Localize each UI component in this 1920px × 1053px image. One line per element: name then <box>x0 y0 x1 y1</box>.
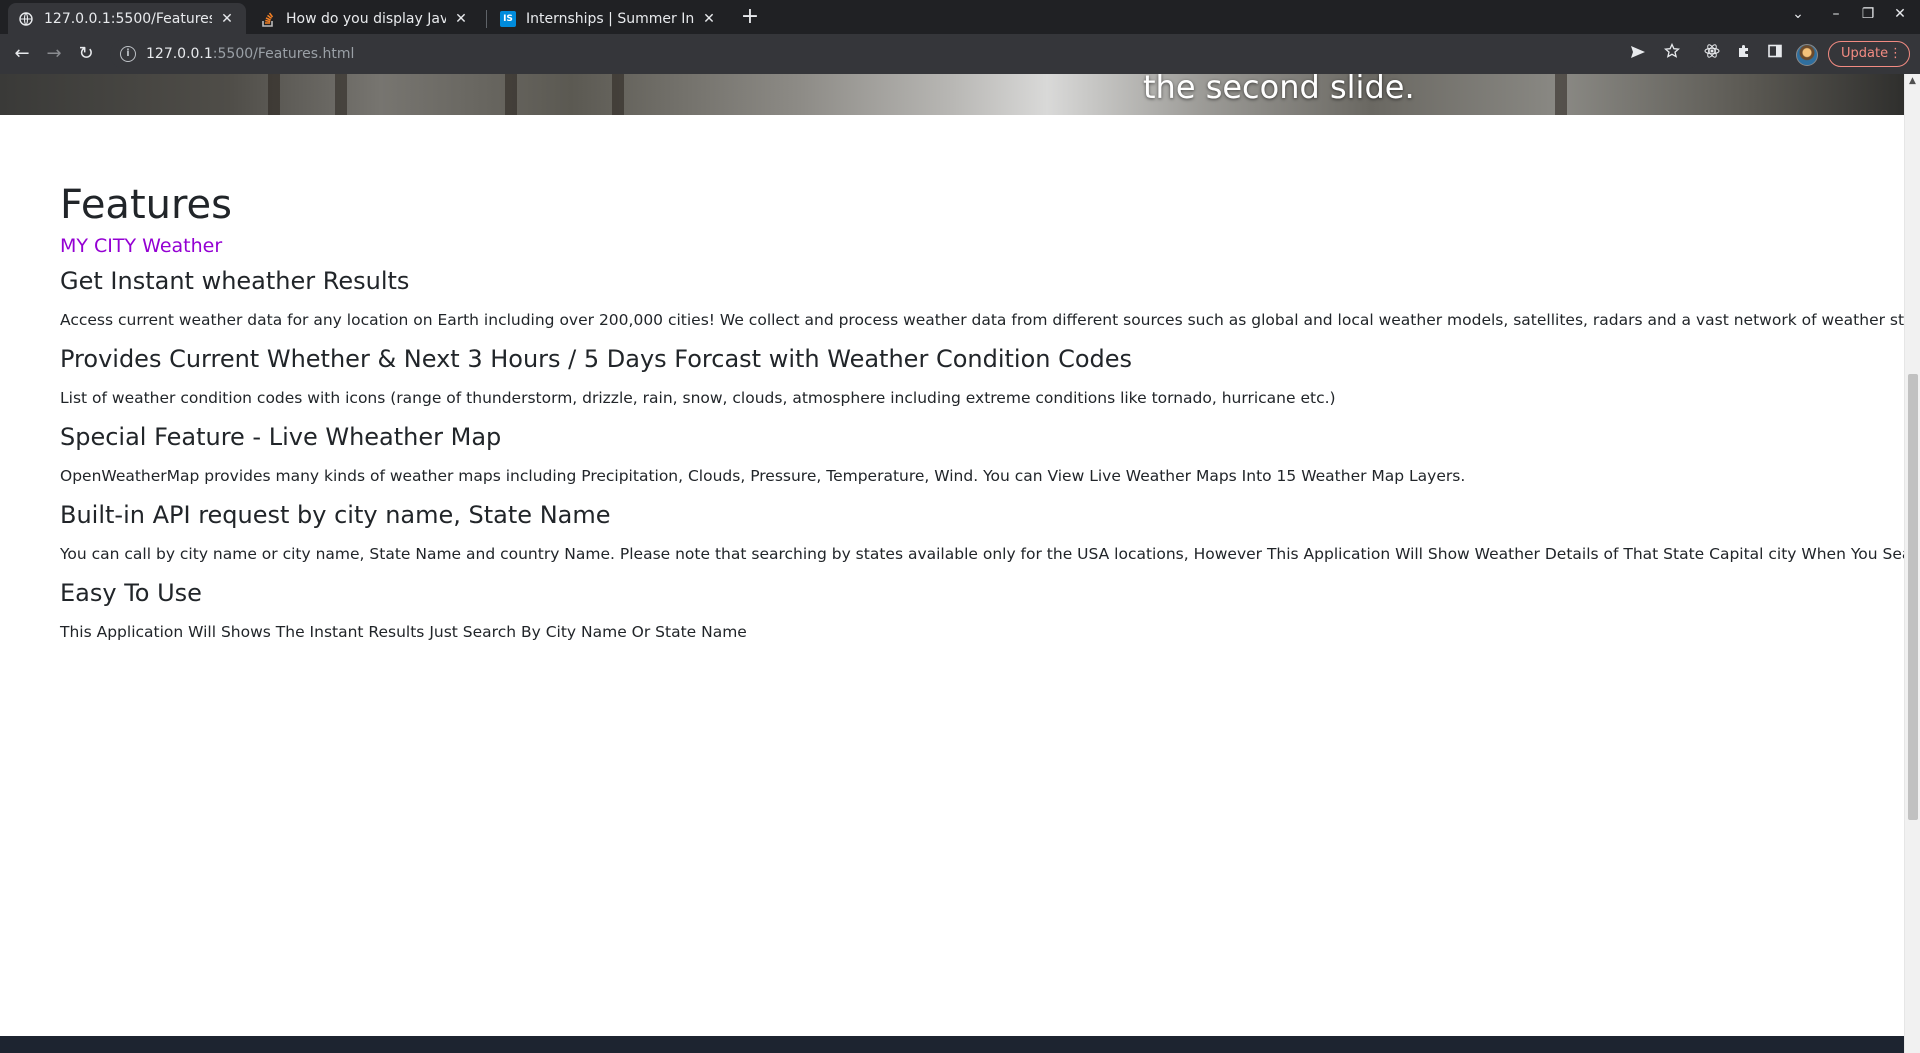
feature-description: OpenWeatherMap provides many kinds of we… <box>60 467 1466 485</box>
update-button[interactable]: Update ⋮ <box>1828 41 1910 67</box>
send-icon[interactable] <box>1626 42 1650 66</box>
feature-description: This Application Will Shows The Instant … <box>60 623 747 641</box>
minimize-icon[interactable]: – <box>1824 6 1848 22</box>
carousel-caption: the second slide. <box>1143 74 1415 106</box>
restore-icon[interactable]: ❐ <box>1856 6 1880 22</box>
scroll-up-arrow-icon[interactable]: ▲ <box>1909 76 1916 86</box>
tab-separator <box>486 10 487 28</box>
pier-post <box>268 74 280 115</box>
close-window-icon[interactable]: ✕ <box>1888 6 1912 22</box>
internshala-icon: IS <box>500 10 516 27</box>
carousel-slide-image: the second slide. <box>0 74 1904 115</box>
scrollbar-thumb[interactable] <box>1908 374 1918 820</box>
bookmark-star-icon[interactable] <box>1660 42 1684 66</box>
feature-heading: Provides Current Whether & Next 3 Hours … <box>60 345 1133 373</box>
new-tab-button[interactable]: + <box>738 6 762 30</box>
page-footer <box>0 1036 1904 1053</box>
page-viewport: the second slide. Features MY CITY Weath… <box>0 74 1904 1053</box>
menu-dots-icon[interactable]: ⋮ <box>1889 42 1902 66</box>
globe-icon <box>18 11 34 27</box>
page-title: Features <box>60 182 232 228</box>
extensions-icon[interactable] <box>1732 42 1756 66</box>
feature-item: Special Feature - Live Wheather Map Open… <box>60 421 1880 487</box>
tab-search-icon[interactable]: ⌄ <box>1786 6 1810 22</box>
features-section: Features MY CITY Weather Get Instant whe… <box>60 181 1904 643</box>
react-devtools-icon[interactable] <box>1700 42 1724 66</box>
forward-icon[interactable]: → <box>42 42 66 66</box>
stackoverflow-icon <box>260 11 276 27</box>
feature-item: Easy To Use This Application Will Shows … <box>60 577 1880 643</box>
close-tab-icon[interactable]: ✕ <box>452 11 470 27</box>
feature-description: List of weather condition codes with ico… <box>60 389 1336 407</box>
address-bar[interactable]: i 127.0.0.1 :5500/Features.html <box>110 39 1701 69</box>
close-tab-icon[interactable]: ✕ <box>700 11 718 27</box>
pier-post <box>612 74 624 115</box>
pier-post <box>335 74 347 115</box>
feature-heading: Special Feature - Live Wheather Map <box>60 423 502 451</box>
feature-item: Provides Current Whether & Next 3 Hours … <box>60 343 1880 409</box>
page-scrollbar[interactable]: ▲ <box>1904 74 1920 1053</box>
feature-heading: Get Instant wheather Results <box>60 267 410 295</box>
url-path: :5500/Features.html <box>212 46 355 62</box>
tab-internshala[interactable]: IS Internships | Summer Inte ✕ <box>490 3 728 34</box>
update-label: Update <box>1841 46 1889 61</box>
tab-features[interactable]: 127.0.0.1:5500/Features.h ✕ <box>8 3 246 34</box>
url-host: 127.0.0.1 <box>146 46 213 62</box>
side-panel-icon[interactable] <box>1763 42 1787 66</box>
profile-avatar[interactable] <box>1796 44 1818 66</box>
browser-toolbar: ← → ↻ i 127.0.0.1 :5500/Features.html Up… <box>0 34 1920 74</box>
feature-description: You can call by city name or city name, … <box>60 545 1904 563</box>
browser-tab-bar: 127.0.0.1:5500/Features.h ✕ How do you d… <box>0 0 1920 34</box>
feature-heading: Built-in API request by city name, State… <box>60 501 611 529</box>
tab-title: Internships | Summer Inte <box>526 10 694 27</box>
pier-post <box>505 74 517 115</box>
tab-title: 127.0.0.1:5500/Features.h <box>44 10 212 27</box>
back-icon[interactable]: ← <box>10 42 34 66</box>
close-tab-icon[interactable]: ✕ <box>218 11 236 27</box>
pier-post <box>1555 74 1567 115</box>
tab-stackoverflow[interactable]: How do you display JavaS ✕ <box>250 3 480 34</box>
tab-title: How do you display JavaS <box>286 10 446 27</box>
feature-item: Built-in API request by city name, State… <box>60 499 1904 565</box>
feature-item: Get Instant wheather Results Access curr… <box>60 265 1904 331</box>
reload-icon[interactable]: ↻ <box>74 42 98 66</box>
my-city-weather-link[interactable]: MY CITY Weather <box>60 233 222 259</box>
feature-heading: Easy To Use <box>60 579 202 607</box>
feature-description: Access current weather data for any loca… <box>60 311 1904 329</box>
site-info-icon[interactable]: i <box>120 46 136 62</box>
